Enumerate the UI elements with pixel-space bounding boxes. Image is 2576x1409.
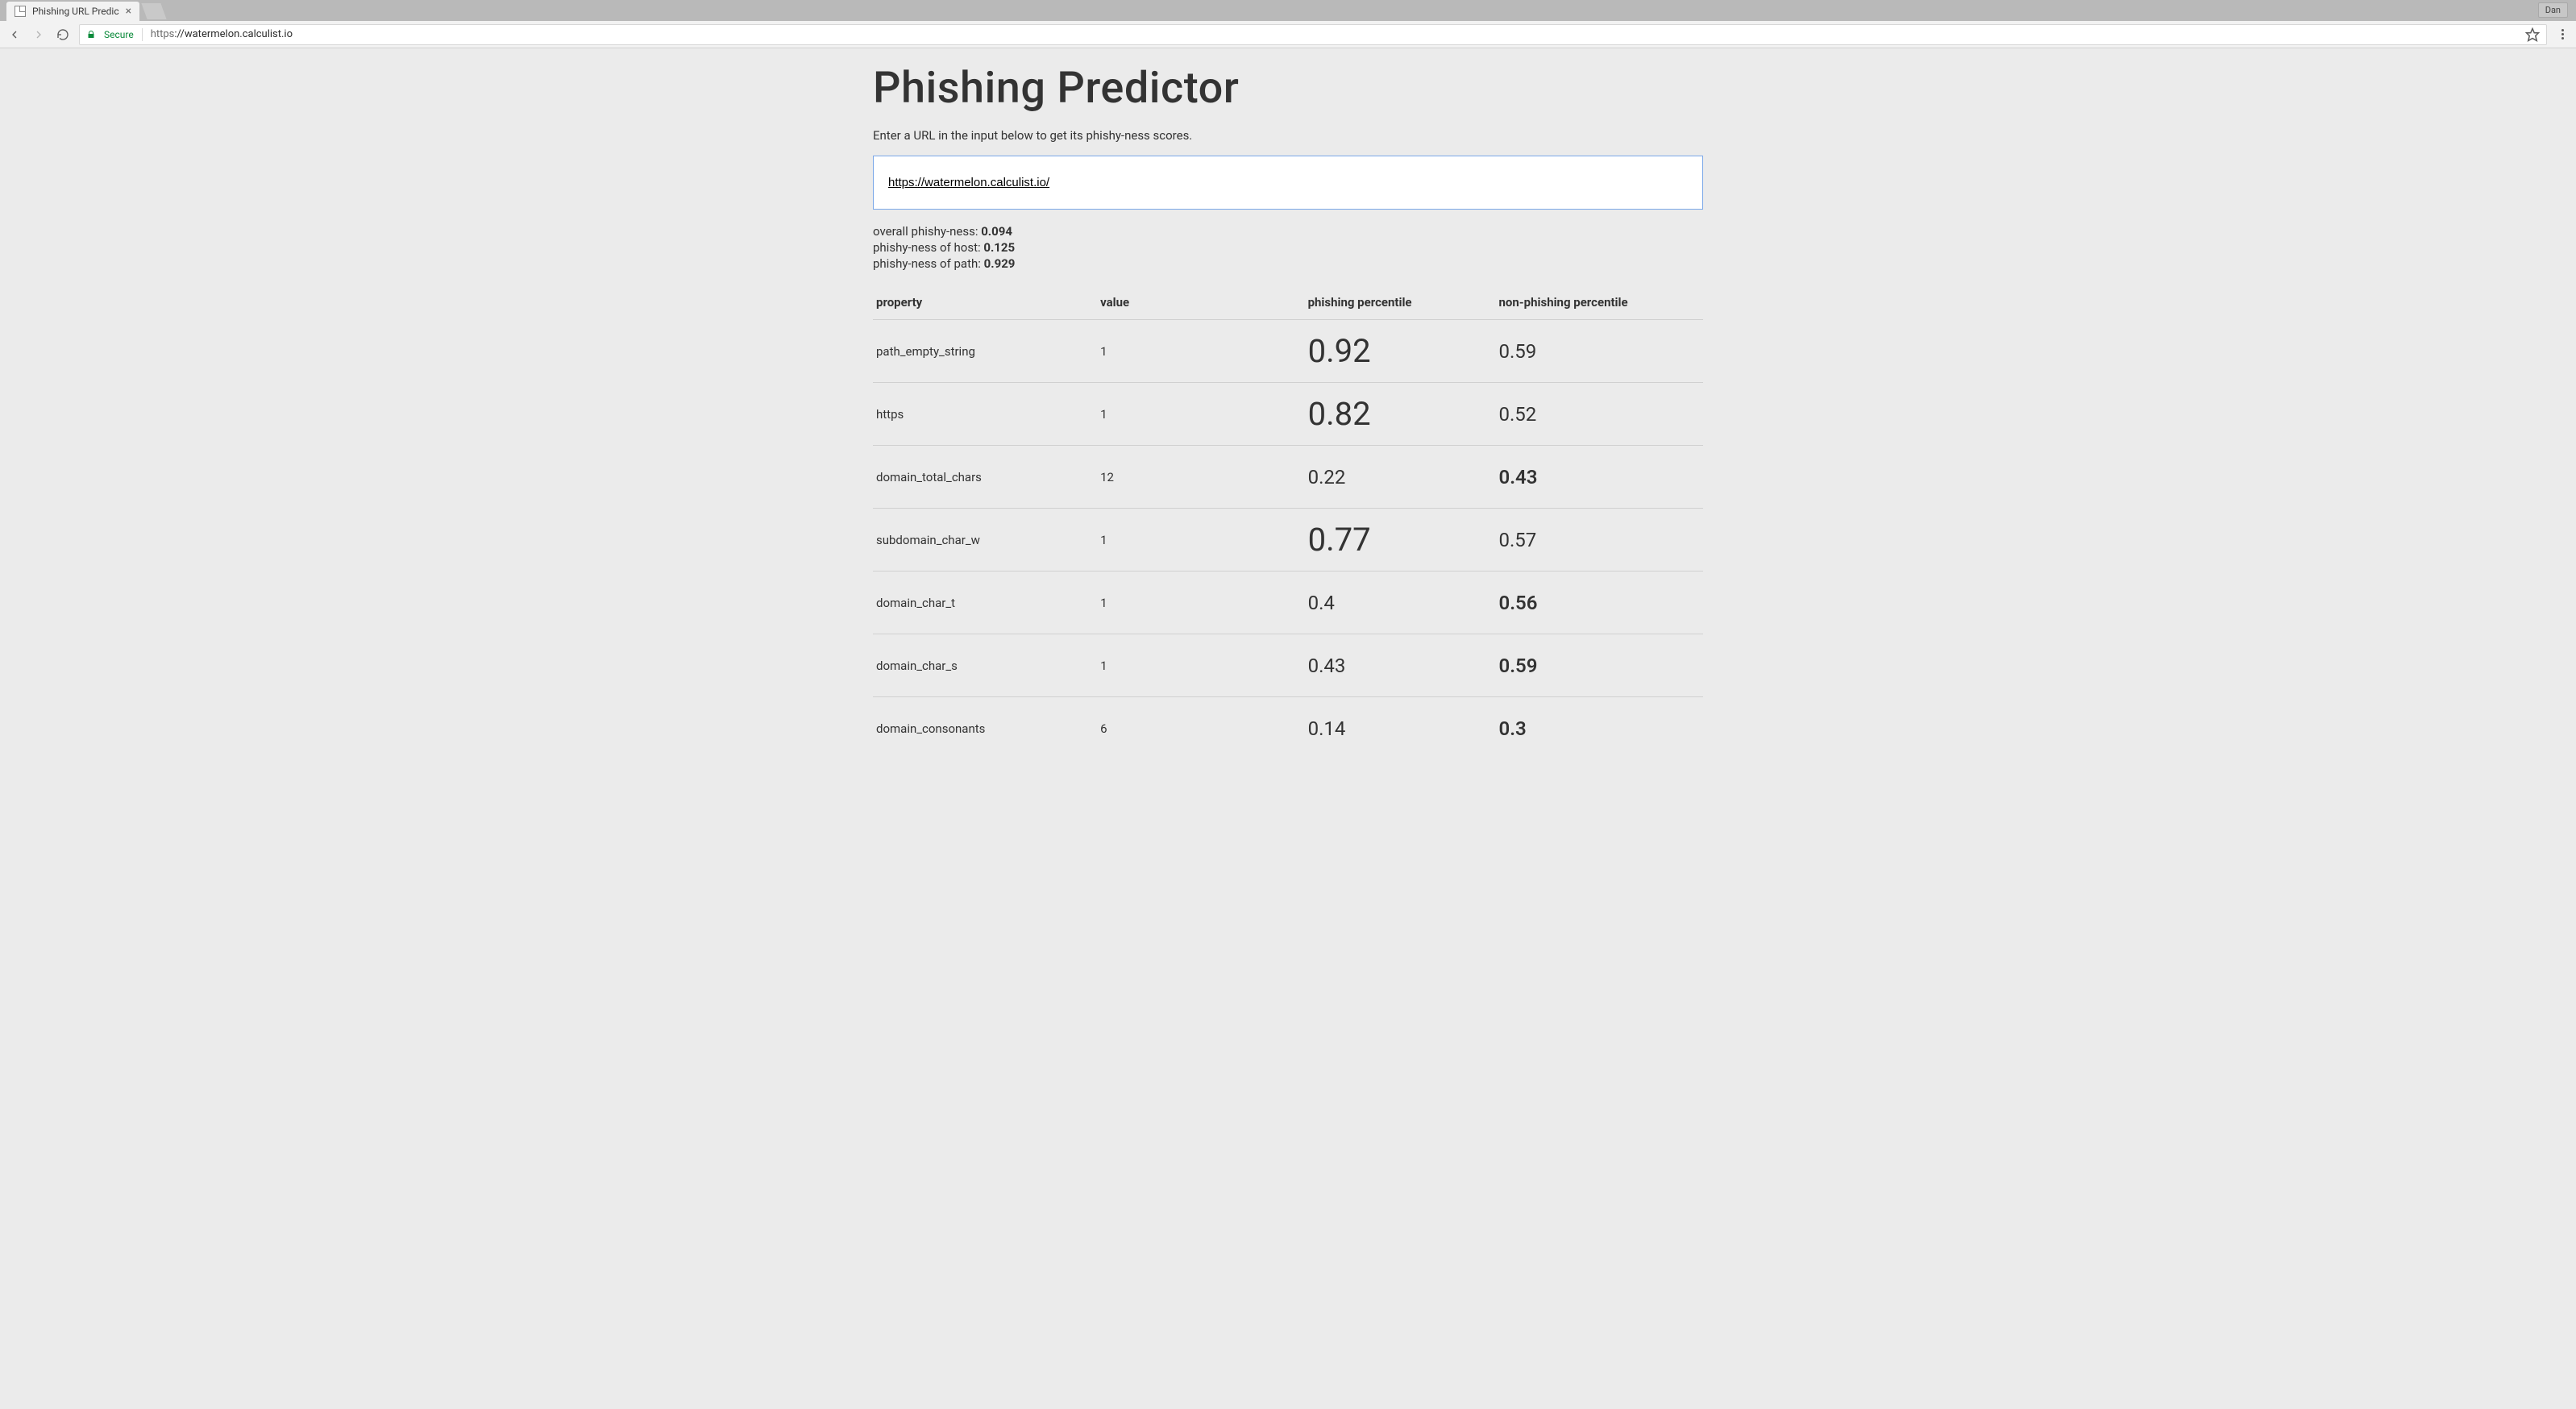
url-proto: https [151,28,175,40]
cell-phishing-percentile: 0.22 [1305,446,1496,509]
bookmark-icon[interactable] [2525,27,2540,42]
cell-property: https [873,383,1097,446]
cell-value: 1 [1097,571,1305,634]
browser-tab-strip: Phishing URL Predic × Dan [0,0,2576,21]
cell-non-phishing-percentile: 0.52 [1495,383,1703,446]
host-score-value: 0.125 [983,240,1015,255]
page-viewport[interactable]: Phishing Predictor Enter a URL in the in… [0,48,2576,1409]
cell-phishing-percentile: 0.4 [1305,571,1496,634]
table-row: subdomain_char_w10.770.57 [873,509,1703,571]
address-bar[interactable]: Secure https://watermelon.calculist.io [79,24,2547,45]
new-tab-button[interactable] [141,3,166,19]
url-input[interactable] [873,156,1703,210]
browser-menu-button[interactable] [2555,27,2570,42]
cell-non-phishing-percentile: 0.3 [1495,697,1703,760]
cell-value: 1 [1097,320,1305,383]
table-header-row: property value phishing percentile non-p… [873,285,1703,320]
close-icon[interactable]: × [126,5,131,18]
cell-non-phishing-percentile: 0.57 [1495,509,1703,571]
cell-non-phishing-percentile: 0.56 [1495,571,1703,634]
overall-score-label: overall phishy-ness: [873,224,981,239]
path-score-value: 0.929 [984,256,1016,271]
host-score-label: phishy-ness of host: [873,240,983,255]
cell-phishing-percentile: 0.77 [1305,509,1496,571]
cell-phishing-percentile: 0.43 [1305,634,1496,697]
back-button[interactable] [6,27,23,43]
page-title: Phishing Predictor [873,63,1703,114]
cell-property: domain_char_s [873,634,1097,697]
browser-toolbar: Secure https://watermelon.calculist.io [0,21,2576,48]
cell-property: path_empty_string [873,320,1097,383]
cell-value: 6 [1097,697,1305,760]
cell-non-phishing-percentile: 0.59 [1495,634,1703,697]
header-property: property [873,285,1097,320]
cell-non-phishing-percentile: 0.43 [1495,446,1703,509]
browser-tab[interactable]: Phishing URL Predic × [6,2,139,21]
score-summary: overall phishy-ness: 0.094 phishy-ness o… [873,224,1703,271]
cell-non-phishing-percentile: 0.59 [1495,320,1703,383]
cell-property: domain_char_t [873,571,1097,634]
table-row: domain_char_t10.40.56 [873,571,1703,634]
instructions-text: Enter a URL in the input below to get it… [873,128,1703,143]
tab-title: Phishing URL Predic [32,6,119,17]
divider [142,28,143,41]
url-host: ://watermelon.calculist.io [174,28,293,40]
table-row: path_empty_string10.920.59 [873,320,1703,383]
secure-label: Secure [104,29,134,40]
cell-property: domain_total_chars [873,446,1097,509]
cell-phishing-percentile: 0.92 [1305,320,1496,383]
cell-value: 12 [1097,446,1305,509]
cell-property: domain_consonants [873,697,1097,760]
header-phishing-percentile: phishing percentile [1305,285,1496,320]
table-row: domain_total_chars120.220.43 [873,446,1703,509]
forward-button[interactable] [31,27,47,43]
reload-button[interactable] [55,27,71,43]
cell-value: 1 [1097,383,1305,446]
cell-phishing-percentile: 0.14 [1305,697,1496,760]
header-value: value [1097,285,1305,320]
page-content: Phishing Predictor Enter a URL in the in… [873,48,1703,808]
cell-value: 1 [1097,634,1305,697]
header-non-phishing-percentile: non-phishing percentile [1495,285,1703,320]
page-icon [15,6,26,17]
profile-chip[interactable]: Dan [2538,2,2568,18]
table-row: https10.820.52 [873,383,1703,446]
cell-phishing-percentile: 0.82 [1305,383,1496,446]
table-row: domain_char_s10.430.59 [873,634,1703,697]
cell-value: 1 [1097,509,1305,571]
overall-score-value: 0.094 [981,224,1012,239]
path-score-label: phishy-ness of path: [873,256,984,271]
url-text: https://watermelon.calculist.io [151,28,293,40]
features-table: property value phishing percentile non-p… [873,285,1703,760]
lock-icon [86,30,96,39]
table-row: domain_consonants60.140.3 [873,697,1703,760]
cell-property: subdomain_char_w [873,509,1097,571]
